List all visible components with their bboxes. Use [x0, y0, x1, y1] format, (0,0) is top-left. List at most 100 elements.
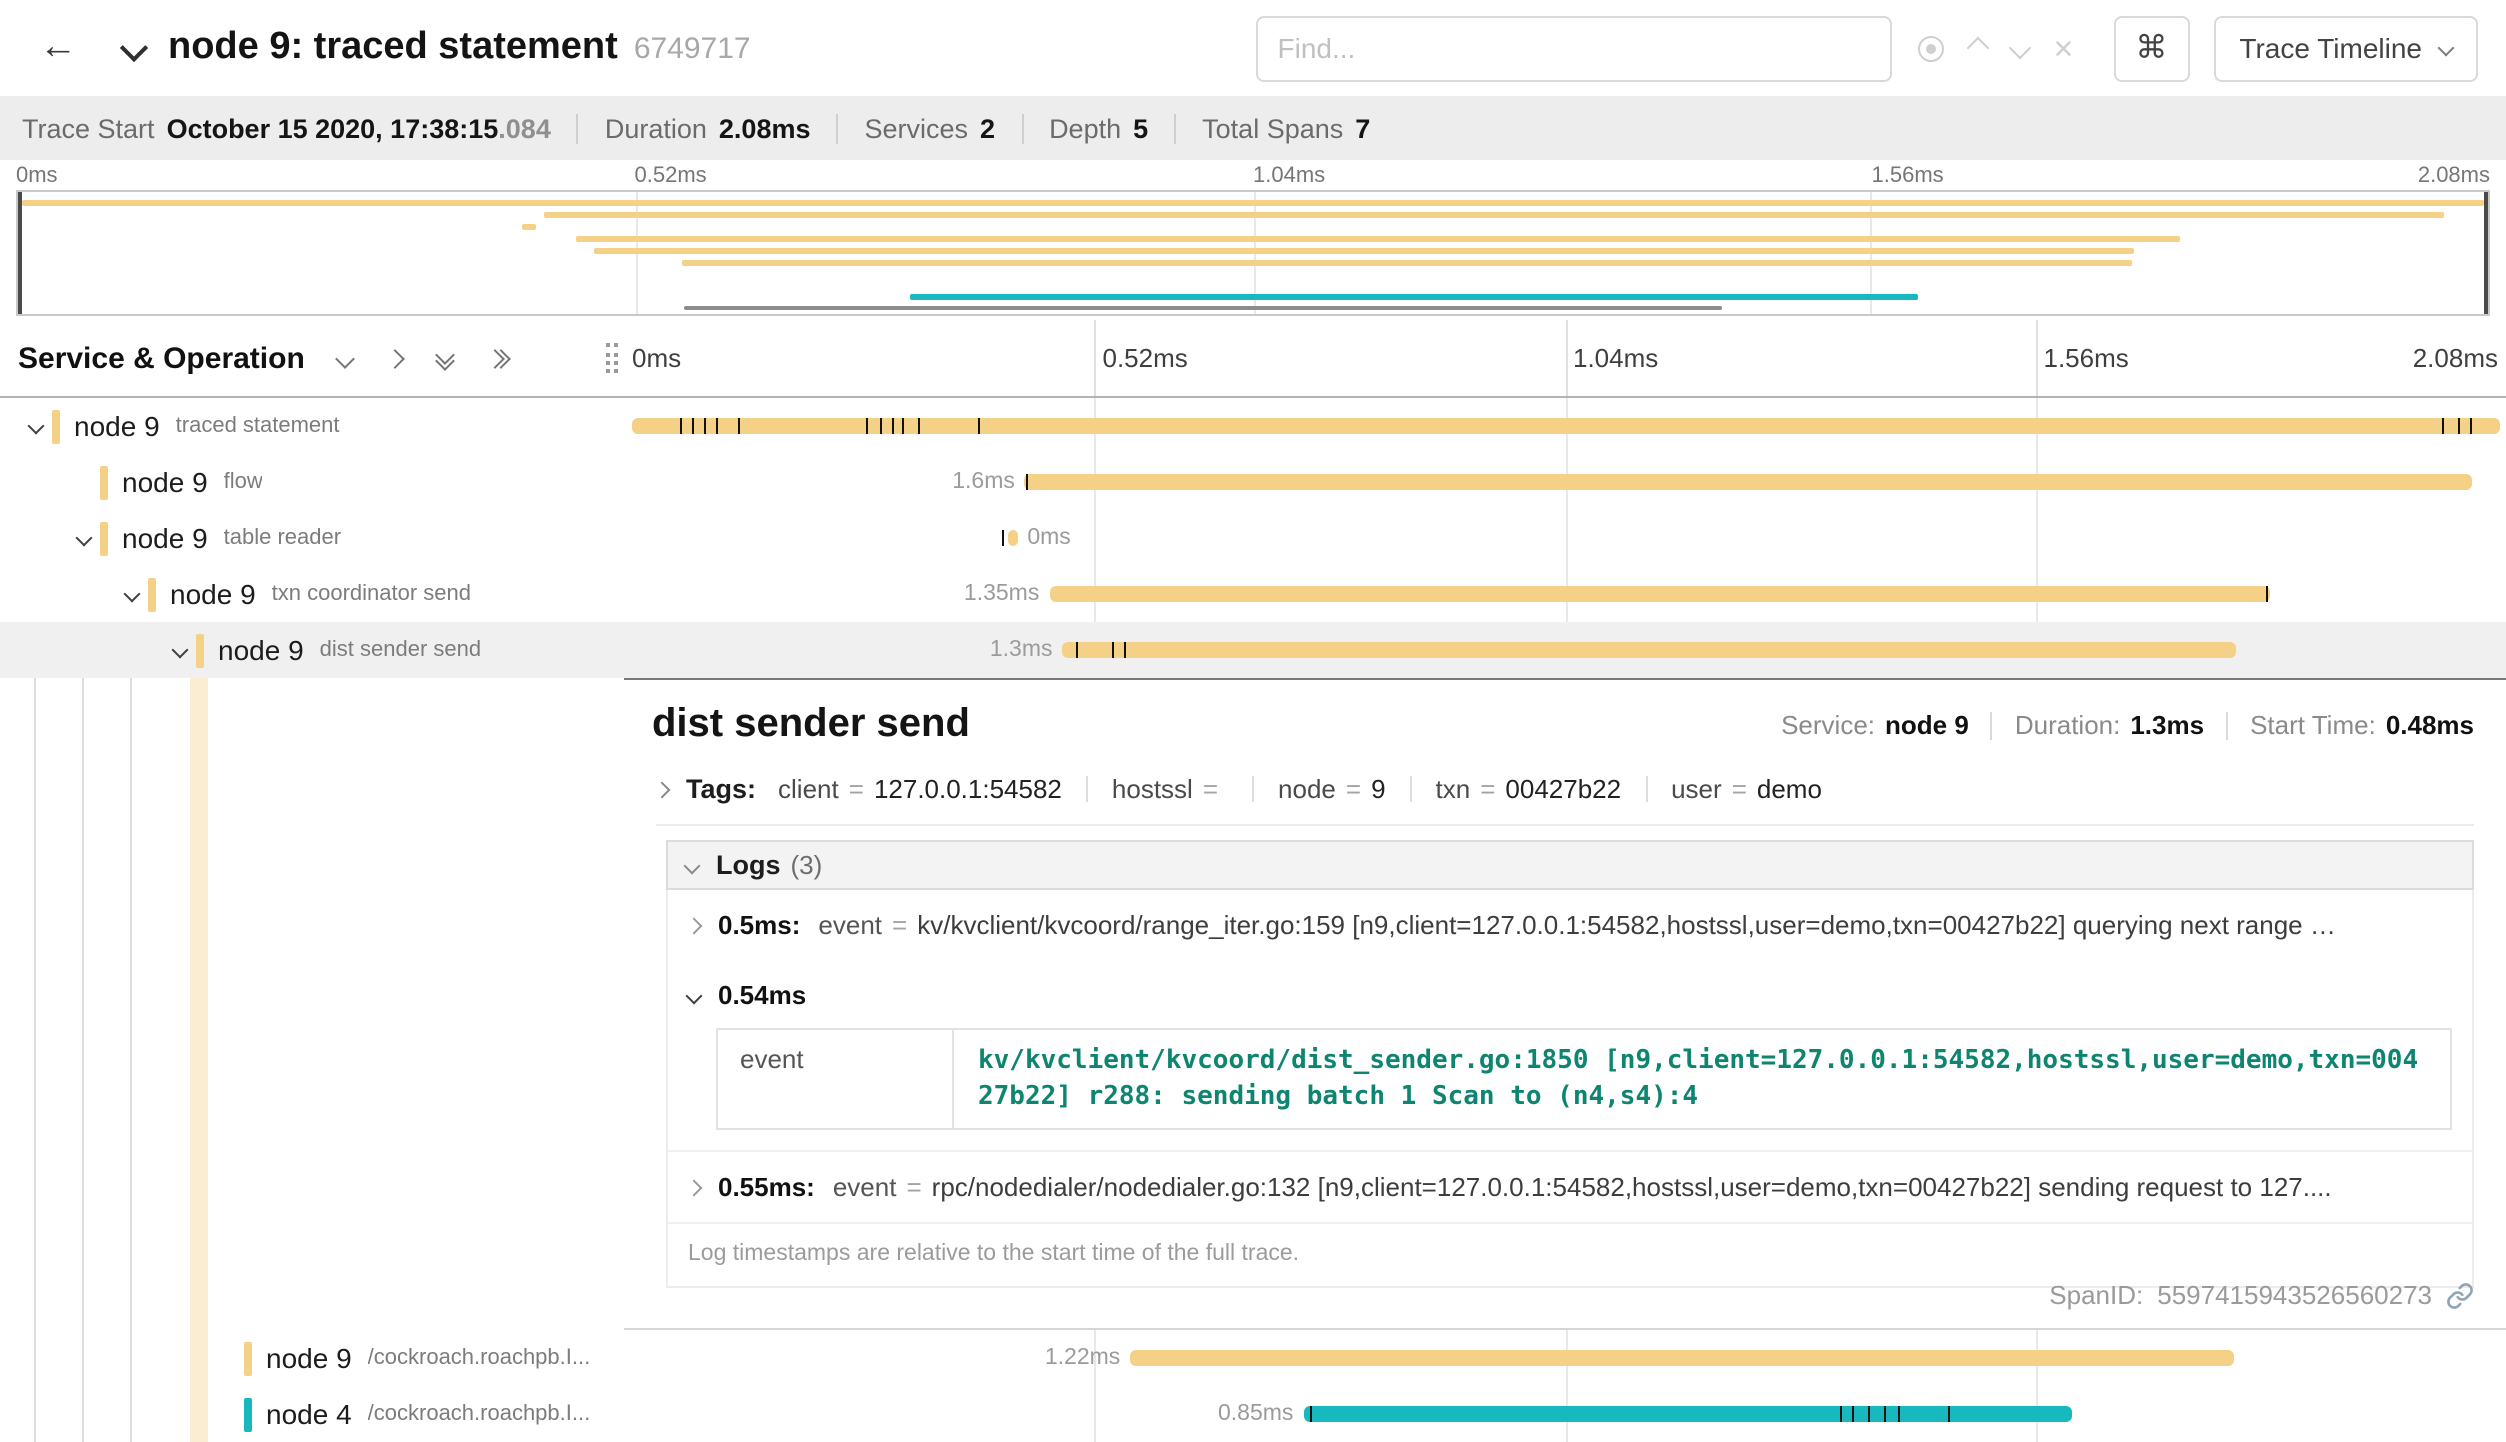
summary-label: Total Spans: [1202, 113, 1343, 143]
span-detail-header: dist sender send Service:node 9Duration:…: [652, 702, 2474, 748]
span-expand-toggle[interactable]: [116, 588, 148, 600]
expand-all-button[interactable]: [489, 351, 509, 365]
span-duration-bar[interactable]: [1049, 586, 2270, 602]
double-chevron-right-icon: [489, 351, 509, 365]
chevron-down-icon: [124, 586, 141, 603]
find-input[interactable]: [1256, 15, 1892, 81]
column-resizer[interactable]: [606, 343, 618, 373]
span-row-label[interactable]: node 9txn coordinator send: [0, 566, 624, 622]
tags-list: client=127.0.0.1:54582hostssl=node=9txn=…: [778, 774, 1822, 804]
minimap-tick-label: 2.08ms: [2418, 164, 2490, 188]
summary-value: 2.08ms: [719, 113, 811, 143]
tag-separator: [1645, 776, 1647, 802]
span-row-label[interactable]: node 9traced statement: [0, 398, 624, 454]
expand-one-button[interactable]: [389, 351, 403, 365]
log-entry[interactable]: 0.5ms:event=kv/kvclient/kvcoord/range_it…: [668, 890, 2472, 960]
log-marker: [1898, 1406, 1900, 1422]
back-button[interactable]: ←: [24, 14, 92, 82]
indent-guide: [34, 678, 36, 1442]
indent-guide: [130, 678, 132, 1442]
span-duration-bar[interactable]: [1303, 1406, 2071, 1422]
span-row-timeline[interactable]: 1.35ms: [624, 566, 2506, 622]
tag-key: node: [1278, 774, 1336, 804]
span-row-label[interactable]: node 9flow: [0, 454, 624, 510]
tags-accordion[interactable]: Tags: client=127.0.0.1:54582hostssl=node…: [656, 774, 2474, 826]
log-summary: event=rpc/nodedialer/nodedialer.go:132 […: [833, 1172, 2332, 1202]
chevron-right-icon: [686, 1179, 703, 1196]
span-duration-bar[interactable]: [1130, 1350, 2235, 1366]
log-entry[interactable]: 0.55ms:event=rpc/nodedialer/nodedialer.g…: [668, 1150, 2472, 1222]
log-marker: [703, 418, 705, 434]
minimap-scrubber-right[interactable]: [2484, 192, 2488, 314]
logs-header[interactable]: Logs (3): [666, 840, 2474, 890]
trace-timeline-dropdown[interactable]: Trace Timeline: [2213, 15, 2478, 81]
arrow-left-icon: ←: [39, 26, 77, 70]
indent-guides: [0, 678, 624, 1442]
span-row-label[interactable]: node 4/cockroach.roachpb.I...: [0, 1386, 624, 1442]
span-row-timeline[interactable]: 1.6ms: [624, 454, 2506, 510]
minimap-span-bar: [685, 306, 1722, 310]
chevron-down-icon: [172, 642, 189, 659]
minimap-canvas[interactable]: [16, 190, 2490, 316]
chevron-down-icon: [2438, 40, 2455, 57]
span-row-timeline[interactable]: [624, 398, 2506, 454]
timeline-tick-line: [2036, 320, 2038, 396]
log-marker: [680, 418, 682, 434]
summary-item: Depth5: [1049, 113, 1148, 143]
span-row-timeline[interactable]: 1.3ms: [624, 622, 2506, 678]
span-row-label[interactable]: node 9dist sender send: [0, 622, 624, 678]
span-row-timeline[interactable]: 0ms: [624, 510, 2506, 566]
span-row-timeline[interactable]: 0.85ms: [624, 1386, 2506, 1442]
log-marker: [1125, 642, 1127, 658]
span-row-timeline[interactable]: 1.22ms: [624, 1330, 2506, 1386]
log-marker: [1868, 1406, 1870, 1422]
locate-result-icon[interactable]: [1918, 35, 1944, 61]
meta-label: Service:: [1781, 710, 1875, 740]
operation-name: dist sender send: [320, 638, 481, 662]
collapse-one-button[interactable]: [339, 351, 353, 365]
span-row-label[interactable]: node 9table reader: [0, 510, 624, 566]
log-field-key: event: [818, 910, 882, 940]
find-bar: ×: [1256, 15, 2074, 81]
span-color-bar: [244, 1341, 252, 1375]
equals-sign: =: [1732, 774, 1747, 804]
span-id-row: SpanID: 5597415943526560273: [2049, 1280, 2474, 1310]
timeline-header-row: Service & Operation 0ms0.52ms1.04ms1.56m…: [0, 320, 2506, 398]
deep-link-icon[interactable]: [2446, 1281, 2474, 1309]
collapse-all-button[interactable]: [439, 348, 453, 368]
log-marker: [2457, 418, 2459, 434]
previous-result-button[interactable]: [1966, 37, 1989, 60]
summary-item: Total Spans7: [1202, 113, 1370, 143]
keyboard-shortcuts-button[interactable]: ⌘: [2113, 15, 2189, 81]
next-result-button[interactable]: [2008, 37, 2031, 60]
span-row-label[interactable]: node 9/cockroach.roachpb.I...: [0, 1330, 624, 1386]
span-expand-toggle[interactable]: [164, 644, 196, 656]
trace-header-collapse-toggle[interactable]: [124, 38, 144, 58]
log-entry-expanded[interactable]: 0.54ms: [668, 960, 2472, 1014]
span-color-bar: [100, 465, 108, 499]
trace-summary-bar: Trace StartOctober 15 2020, 17:38:15.084…: [0, 96, 2506, 160]
timeline-tick-label: 0ms: [632, 343, 681, 373]
service-operation-title: Service & Operation: [18, 341, 305, 375]
minimap-scrubber-left[interactable]: [18, 192, 22, 314]
span-duration-bar[interactable]: [1025, 474, 2472, 490]
service-name: node 9: [122, 466, 208, 498]
service-name: node 9: [266, 1342, 352, 1374]
log-marker: [903, 418, 905, 434]
span-duration-bar[interactable]: [1063, 642, 2237, 658]
span-duration-bar[interactable]: [1008, 530, 1017, 546]
log-marker: [2267, 586, 2269, 602]
equals-sign: =: [906, 1172, 921, 1202]
minimap-span-bar: [682, 260, 2132, 266]
span-duration-bar[interactable]: [632, 418, 2501, 434]
tag-key: user: [1671, 774, 1722, 804]
span-row: node 9txn coordinator send1.35ms: [0, 566, 2506, 622]
chevron-right-icon: [686, 917, 703, 934]
log-marker: [1853, 1406, 1855, 1422]
clear-search-button[interactable]: ×: [2054, 31, 2074, 65]
tag-value: 127.0.0.1:54582: [874, 774, 1062, 804]
span-expand-toggle[interactable]: [68, 532, 100, 544]
span-expand-toggle[interactable]: [20, 420, 52, 432]
tag-separator: [1252, 776, 1254, 802]
summary-value: 2: [980, 113, 995, 143]
